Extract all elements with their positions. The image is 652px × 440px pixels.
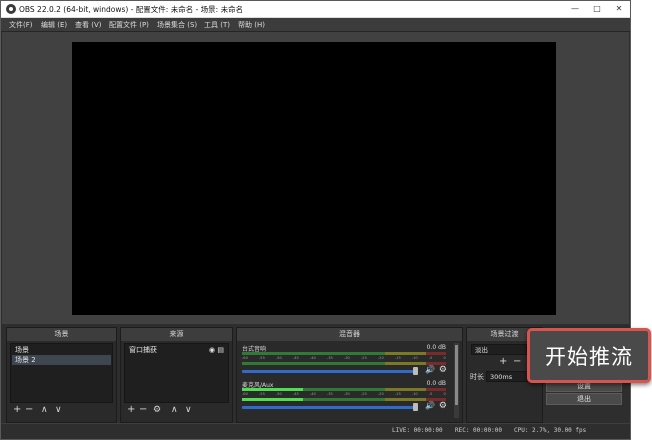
- remove-scene-icon[interactable]: −: [25, 404, 33, 416]
- menu-scene-collection[interactable]: 场景集合 (S): [157, 20, 197, 30]
- volume-slider-knob[interactable]: [413, 403, 418, 411]
- menu-help[interactable]: 帮助 (H): [238, 20, 265, 30]
- mixer-channel-mic: 麦克风/Aux 0.0 dB -60 -55 -50 -45 -40 -35 -30 -25-…: [240, 380, 450, 414]
- menu-profile[interactable]: 配置文件 (P): [109, 20, 149, 30]
- menu-tools[interactable]: 工具 (T): [204, 20, 230, 30]
- volume-meter: [242, 352, 446, 355]
- preview-area: [2, 32, 629, 324]
- sources-dock: 来源 窗口捕获 ◉ ▤ + − ⚙ ∧ ∨: [120, 327, 233, 423]
- menu-bar: 文件(F) 编辑 (E) 查看 (V) 配置文件 (P) 场景集合 (S) 工具…: [1, 18, 630, 32]
- volume-meter: [242, 388, 446, 391]
- cpu-fps: CPU: 2.7%, 30.00 fps: [514, 427, 587, 434]
- status-bar: LIVE: 00:00:00 REC: 00:00:00 CPU: 2.7%, …: [1, 423, 630, 439]
- mixer-scrollbar[interactable]: [454, 343, 459, 418]
- sources-list: 窗口捕获 ◉ ▤: [124, 343, 229, 403]
- add-transition-icon[interactable]: +: [499, 356, 507, 368]
- volume-slider[interactable]: [242, 367, 418, 375]
- scenes-list: 场景 场景 2: [10, 343, 113, 403]
- scenes-dock: 场景 场景 场景 2 + − ∧ ∨: [6, 327, 117, 423]
- speaker-icon[interactable]: 🔊: [425, 401, 435, 410]
- duration-label: 时长: [470, 373, 484, 381]
- lock-icon[interactable]: ▤: [217, 345, 224, 355]
- source-item-window-capture[interactable]: 窗口捕获 ◉ ▤: [126, 345, 227, 355]
- scene-item-2[interactable]: 场景 2: [12, 355, 111, 365]
- source-settings-gear-icon[interactable]: ⚙: [153, 404, 161, 416]
- channel-settings-gear-icon[interactable]: ⚙: [439, 401, 447, 411]
- volume-slider[interactable]: [242, 403, 418, 411]
- channel-db: 0.0 dB: [426, 380, 446, 387]
- preview-canvas[interactable]: [72, 42, 556, 315]
- menu-file[interactable]: 文件(F): [9, 20, 33, 30]
- volume-slider-knob[interactable]: [413, 367, 418, 375]
- menu-view[interactable]: 查看 (V): [75, 20, 101, 30]
- mixer-dock: 混音器 台式音响 0.0 dB -60 -55 -50 -45 -40 -35 -30 -25…: [236, 327, 463, 423]
- volume-meter: [242, 398, 446, 401]
- close-icon[interactable]: ✕: [609, 1, 629, 17]
- speaker-icon[interactable]: 🔊: [425, 365, 435, 374]
- mixer-dock-title: 混音器: [237, 328, 462, 341]
- remove-source-icon[interactable]: −: [139, 404, 147, 416]
- sources-dock-title: 来源: [121, 328, 232, 341]
- remove-transition-icon[interactable]: −: [513, 356, 521, 368]
- add-scene-icon[interactable]: +: [13, 404, 21, 416]
- channel-settings-gear-icon[interactable]: ⚙: [439, 365, 447, 375]
- transition-select[interactable]: 淡出: [471, 344, 527, 355]
- move-down-icon[interactable]: ∨: [185, 404, 192, 416]
- scenes-dock-title: 场景: [7, 328, 116, 341]
- visibility-eye-icon[interactable]: ◉: [209, 345, 215, 355]
- window-title: OBS 22.0.2 (64-bit, windows) - 配置文件: 未命名…: [19, 5, 244, 14]
- menu-edit[interactable]: 编辑 (E): [41, 20, 67, 30]
- title-bar: OBS 22.0.2 (64-bit, windows) - 配置文件: 未命名…: [1, 1, 630, 18]
- maximize-icon[interactable]: □: [587, 1, 607, 17]
- start-streaming-button[interactable]: 开始推流: [527, 328, 651, 383]
- volume-meter: [242, 362, 446, 365]
- live-time: LIVE: 00:00:00: [392, 427, 443, 434]
- mixer-channel-desktop: 台式音响 0.0 dB -60 -55 -50 -45 -40 -35 -30 -25 -20-…: [240, 344, 450, 378]
- rec-time: REC: 00:00:00: [455, 427, 502, 434]
- add-source-icon[interactable]: +: [127, 404, 135, 416]
- move-down-icon[interactable]: ∨: [55, 404, 62, 416]
- source-item-label: 窗口捕获: [129, 346, 157, 354]
- move-up-icon[interactable]: ∧: [41, 404, 48, 416]
- exit-button[interactable]: 退出: [546, 393, 622, 405]
- channel-db: 0.0 dB: [426, 344, 446, 351]
- obs-logo-icon: [6, 4, 16, 14]
- scene-item-1[interactable]: 场景: [12, 345, 111, 355]
- move-up-icon[interactable]: ∧: [171, 404, 178, 416]
- minimize-icon[interactable]: —: [565, 1, 585, 17]
- start-streaming-label: 开始推流: [545, 345, 633, 369]
